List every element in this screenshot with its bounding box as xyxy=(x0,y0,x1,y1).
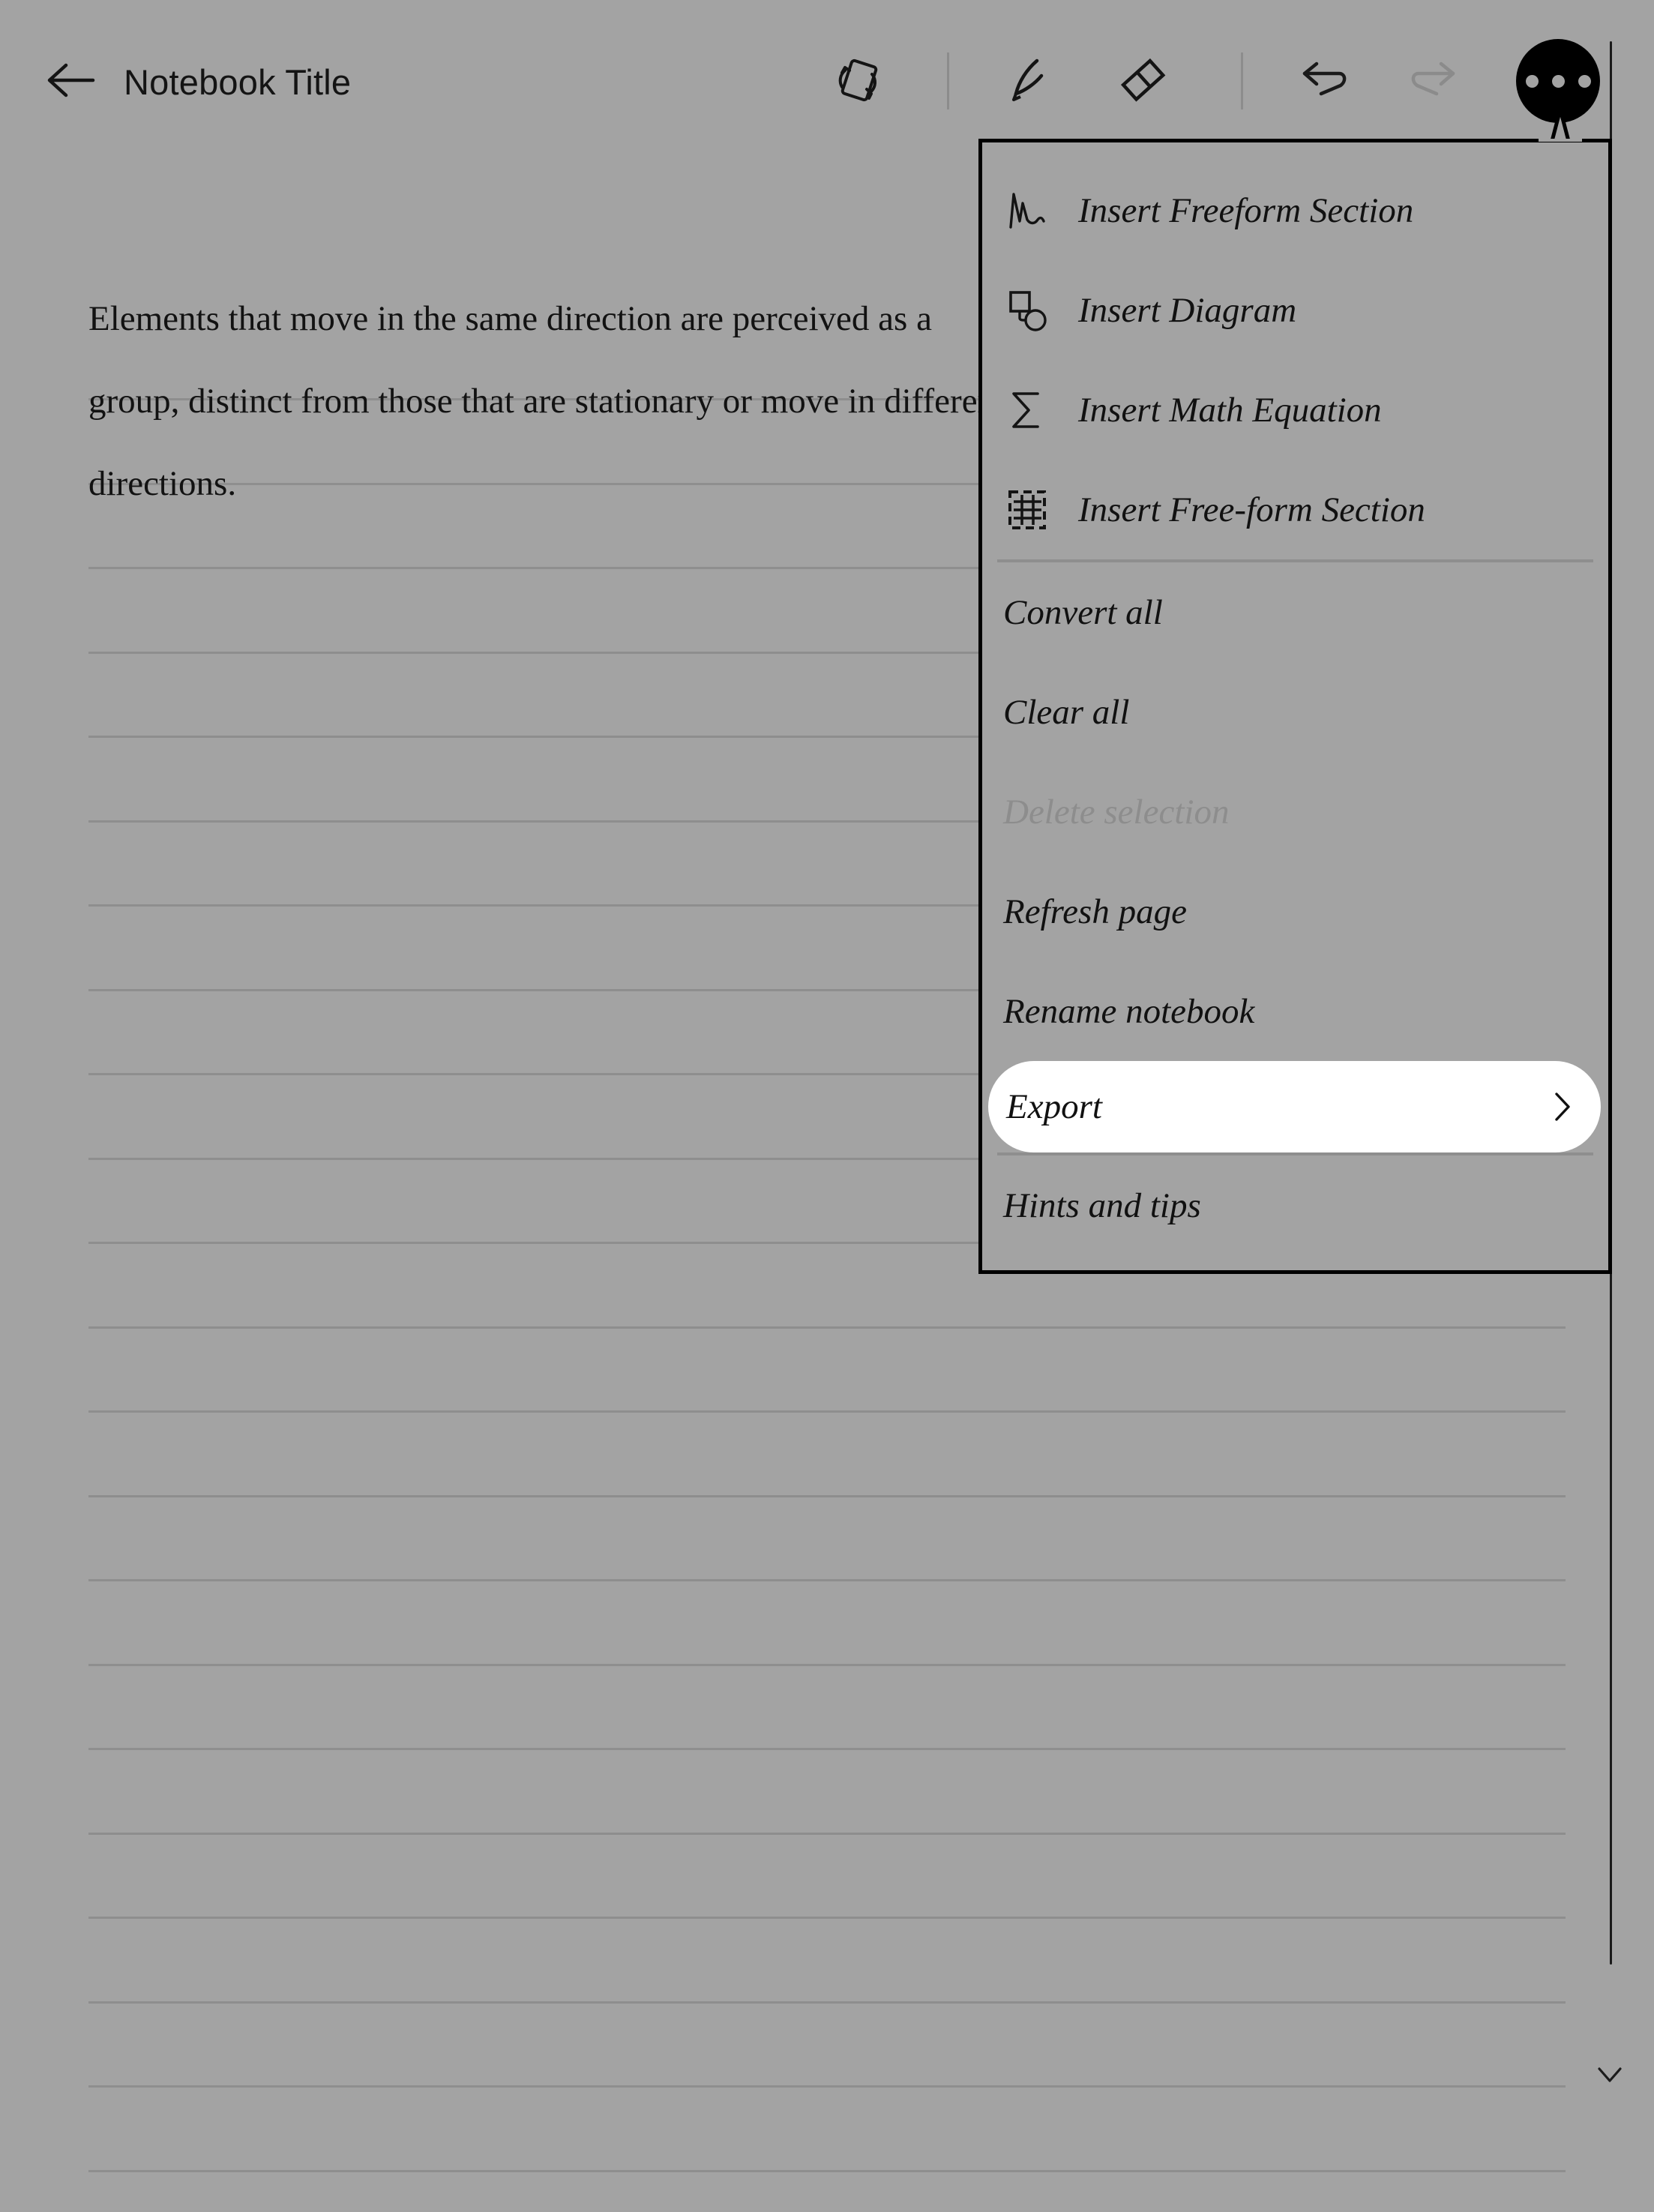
menu-item-label: Insert Freeform Section xyxy=(1078,190,1414,230)
more-dot xyxy=(1578,74,1591,88)
menu-item-insert-free-form-section[interactable]: Insert Free-form Section xyxy=(982,460,1608,559)
chevron-down-icon xyxy=(1595,2063,1625,2089)
arrow-left-icon xyxy=(46,63,96,101)
rule-line xyxy=(88,1494,1566,1497)
rule-line xyxy=(88,1410,1566,1413)
rule-line xyxy=(88,1917,1566,1919)
back-button[interactable] xyxy=(43,54,99,109)
menu-item-label: Delete selection xyxy=(1003,792,1230,832)
rule-line xyxy=(88,1579,1566,1581)
undo-button[interactable] xyxy=(1288,46,1357,115)
menu-item-label: Insert Math Equation xyxy=(1078,390,1382,430)
rule-line xyxy=(88,2085,1566,2088)
sigma-icon xyxy=(1003,386,1065,434)
rule-line xyxy=(88,1663,1566,1666)
menu-item-label: Insert Diagram xyxy=(1078,290,1297,330)
menu-item-insert-math-equation[interactable]: Insert Math Equation xyxy=(982,360,1608,460)
pen-tool-button[interactable] xyxy=(997,46,1066,115)
menu-top-padding xyxy=(982,142,1608,160)
menu-item-hints-and-tips[interactable]: Hints and tips xyxy=(982,1155,1608,1255)
menu-item-label: Export xyxy=(1006,1087,1102,1126)
eraser-icon xyxy=(1115,52,1170,111)
redo-icon xyxy=(1407,51,1464,112)
menu-item-insert-diagram[interactable]: Insert Diagram xyxy=(982,260,1608,360)
page-paragraph: Elements that move in the same direction… xyxy=(88,299,1005,503)
top-toolbar: Notebook Title xyxy=(0,0,1654,161)
menu-item-label: Hints and tips xyxy=(1003,1185,1201,1225)
menu-item-rename-notebook[interactable]: Rename notebook xyxy=(982,961,1608,1061)
redo-button[interactable] xyxy=(1401,46,1470,115)
undo-icon xyxy=(1294,51,1351,112)
rule-line xyxy=(88,2169,1566,2172)
more-dot xyxy=(1525,74,1539,88)
menu-item-clear-all[interactable]: Clear all xyxy=(982,662,1608,762)
eraser-tool-button[interactable] xyxy=(1108,46,1177,115)
rotate-page-button[interactable] xyxy=(823,46,892,115)
toolbar-divider xyxy=(1241,52,1243,109)
more-options-menu[interactable]: Insert Freeform Section Insert Diagram Ins… xyxy=(978,139,1612,1274)
menu-item-delete-selection: Delete selection xyxy=(982,762,1608,862)
notebook-app-screen: Notebook Title Elements that move in the… xyxy=(0,0,1654,2212)
menu-items-container: Insert Freeform Section Insert Diagram Ins… xyxy=(982,160,1608,1255)
menu-item-convert-all[interactable]: Convert all xyxy=(982,562,1608,662)
toolbar-divider xyxy=(947,52,949,109)
menu-item-insert-freeform-section[interactable]: Insert Freeform Section xyxy=(982,160,1608,260)
pen-icon xyxy=(1004,52,1059,111)
menu-item-label: Insert Free-form Section xyxy=(1078,490,1425,529)
menu-item-label: Clear all xyxy=(1003,692,1130,732)
menu-bottom-padding xyxy=(982,1255,1608,1270)
menu-item-label: Rename notebook xyxy=(1003,991,1255,1031)
menu-item-refresh-page[interactable]: Refresh page xyxy=(982,862,1608,961)
diagram-icon xyxy=(1003,286,1065,334)
scribble-icon xyxy=(1003,187,1065,235)
scroll-down-button[interactable] xyxy=(1593,2058,1627,2093)
rule-line xyxy=(88,1748,1566,1750)
chevron-right-icon xyxy=(1547,1092,1577,1122)
menu-pointer-arrow xyxy=(1536,106,1585,145)
menu-item-label: Refresh page xyxy=(1003,892,1187,931)
menu-item-label: Convert all xyxy=(1003,592,1163,632)
grid-table-icon xyxy=(1003,486,1065,534)
rule-line xyxy=(88,1326,1566,1329)
rotate-page-icon xyxy=(830,52,885,111)
rule-line xyxy=(88,1832,1566,1835)
menu-item-export[interactable]: Export xyxy=(988,1061,1601,1152)
more-dot xyxy=(1551,74,1565,88)
rule-line xyxy=(88,2001,1566,2004)
page-title: Notebook Title xyxy=(124,61,352,102)
